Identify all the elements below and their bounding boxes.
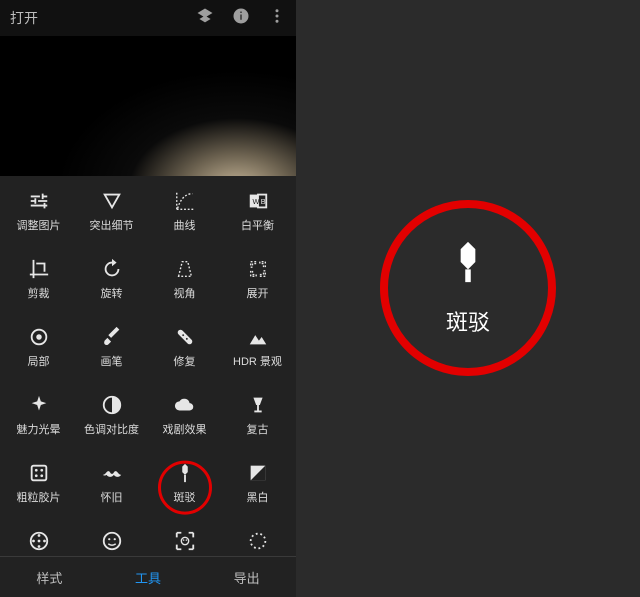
- tool-expand[interactable]: 展开: [221, 258, 294, 320]
- tool-curves[interactable]: 曲线: [148, 190, 221, 252]
- tool-label: 剪裁: [28, 285, 50, 301]
- info-icon[interactable]: [232, 7, 250, 30]
- sparkle-icon: [28, 394, 50, 416]
- tool-label: 修复: [174, 353, 196, 369]
- tool-label: 怀旧: [101, 489, 123, 505]
- tool-drama[interactable]: 戏剧效果: [148, 394, 221, 456]
- app-panel: 打开 调整图片 突出细节: [0, 0, 296, 597]
- tool-label: 画笔: [101, 353, 123, 369]
- tool-perspective[interactable]: 视角: [148, 258, 221, 320]
- tab-export[interactable]: 导出: [197, 558, 296, 597]
- tools-grid: 调整图片 突出细节 曲线 WB 白平衡 剪裁 旋转: [0, 176, 296, 592]
- tool-label: 黑白: [247, 489, 269, 505]
- tool-label: HDR 景观: [233, 353, 282, 369]
- brush-icon: [101, 326, 123, 348]
- tool-vintage[interactable]: 复古: [221, 394, 294, 456]
- open-button[interactable]: 打开: [10, 8, 38, 28]
- tool-white-balance[interactable]: WB 白平衡: [221, 190, 294, 252]
- bw-square-icon: [247, 462, 269, 484]
- rotate-icon: [101, 258, 123, 280]
- tool-tune[interactable]: 调整图片: [2, 190, 75, 252]
- mustache-icon: [101, 462, 123, 484]
- lamp-icon: [247, 394, 269, 416]
- tool-label: 局部: [28, 353, 50, 369]
- tool-healing[interactable]: 修复: [148, 326, 221, 388]
- tool-label: 色调对比度: [84, 421, 139, 437]
- tool-label: 戏剧效果: [163, 421, 207, 437]
- face-focus-icon: [174, 530, 196, 552]
- face-icon: [101, 530, 123, 552]
- dotted-circle-icon: [247, 530, 269, 552]
- tool-label: 魅力光晕: [17, 421, 61, 437]
- bottom-tabs: 样式 工具 导出: [0, 556, 296, 597]
- tool-details[interactable]: 突出细节: [75, 190, 148, 252]
- film-reel-icon: [28, 530, 50, 552]
- tool-label: 展开: [247, 285, 269, 301]
- top-bar: 打开: [0, 0, 296, 36]
- tool-crop[interactable]: 剪裁: [2, 258, 75, 320]
- target-icon: [28, 326, 50, 348]
- bandage-icon: [174, 326, 196, 348]
- overflow-icon[interactable]: [268, 7, 286, 30]
- tool-label: 突出细节: [90, 217, 134, 233]
- tool-label: 旋转: [101, 285, 123, 301]
- tool-selective[interactable]: 局部: [2, 326, 75, 388]
- tab-tools[interactable]: 工具: [99, 558, 198, 597]
- tool-retrolux[interactable]: 怀旧: [75, 462, 148, 524]
- svg-text:B: B: [260, 197, 265, 206]
- tool-tonal-contrast[interactable]: 色调对比度: [75, 394, 148, 456]
- tool-label: 曲线: [174, 217, 196, 233]
- contrast-icon: [101, 394, 123, 416]
- tool-label: 视角: [174, 285, 196, 301]
- triangle-down-icon: [101, 190, 123, 212]
- tool-grainy-film[interactable]: 粗粒胶片: [2, 462, 75, 524]
- tab-styles[interactable]: 样式: [0, 558, 99, 597]
- tool-hdr[interactable]: HDR 景观: [221, 326, 294, 388]
- tool-glamour[interactable]: 魅力光晕: [2, 394, 75, 456]
- tool-bw[interactable]: 黑白: [221, 462, 294, 524]
- tool-rotate[interactable]: 旋转: [75, 258, 148, 320]
- image-preview: [0, 36, 296, 176]
- svg-text:W: W: [252, 197, 259, 206]
- mountains-icon: [247, 326, 269, 348]
- crop-icon: [28, 258, 50, 280]
- curves-icon: [174, 190, 196, 212]
- layers-icon[interactable]: [196, 7, 214, 30]
- tool-label: 白平衡: [241, 217, 274, 233]
- dice-icon: [28, 462, 50, 484]
- sliders-icon: [28, 190, 50, 212]
- detail-panel: [296, 0, 640, 597]
- guitar-head-icon: [174, 462, 196, 484]
- tool-brush[interactable]: 画笔: [75, 326, 148, 388]
- tool-label: 复古: [247, 421, 269, 437]
- cloud-icon: [174, 394, 196, 416]
- tool-label: 斑驳: [174, 489, 196, 505]
- wb-icon: WB: [247, 190, 269, 212]
- tool-label: 粗粒胶片: [17, 489, 61, 505]
- expand-icon: [247, 258, 269, 280]
- tool-label: 调整图片: [17, 217, 61, 233]
- tool-grunge[interactable]: 斑驳: [148, 462, 221, 524]
- perspective-icon: [174, 258, 196, 280]
